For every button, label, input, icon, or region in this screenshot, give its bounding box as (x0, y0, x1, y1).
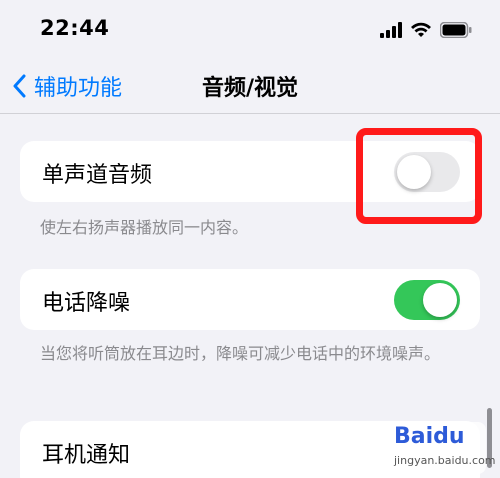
wifi-icon (411, 22, 431, 37)
mono-audio-label: 单声道音频 (42, 163, 153, 188)
cellular-signal-icon (380, 22, 402, 38)
watermark-url: jingyan.baidu.com (394, 454, 496, 467)
status-bar: 22:44 (0, 0, 500, 58)
watermark-logo-text: Baidu (394, 424, 465, 449)
navigation-bar: 辅助功能 音频/视觉 (0, 58, 500, 114)
phone-noise-cancellation-toggle[interactable] (394, 280, 460, 320)
highlight-annotation-box (356, 128, 482, 224)
status-icons (380, 20, 472, 40)
toggle-knob (423, 283, 457, 317)
phone-noise-cancellation-label: 电话降噪 (42, 291, 131, 316)
baidu-watermark-logo: Baidu jingyan.baidu.com (390, 422, 496, 474)
battery-icon (440, 22, 472, 38)
status-time: 22:44 (40, 16, 110, 40)
phone-noise-cancellation-row: 电话降噪 (20, 269, 480, 330)
phone-noise-cancellation-footer: 当您将听筒放在耳边时，降噪可减少电话中的环境噪声。 (40, 344, 441, 363)
page-title: 音频/视觉 (201, 76, 299, 101)
headphone-notifications-label: 耳机通知 (42, 443, 131, 468)
